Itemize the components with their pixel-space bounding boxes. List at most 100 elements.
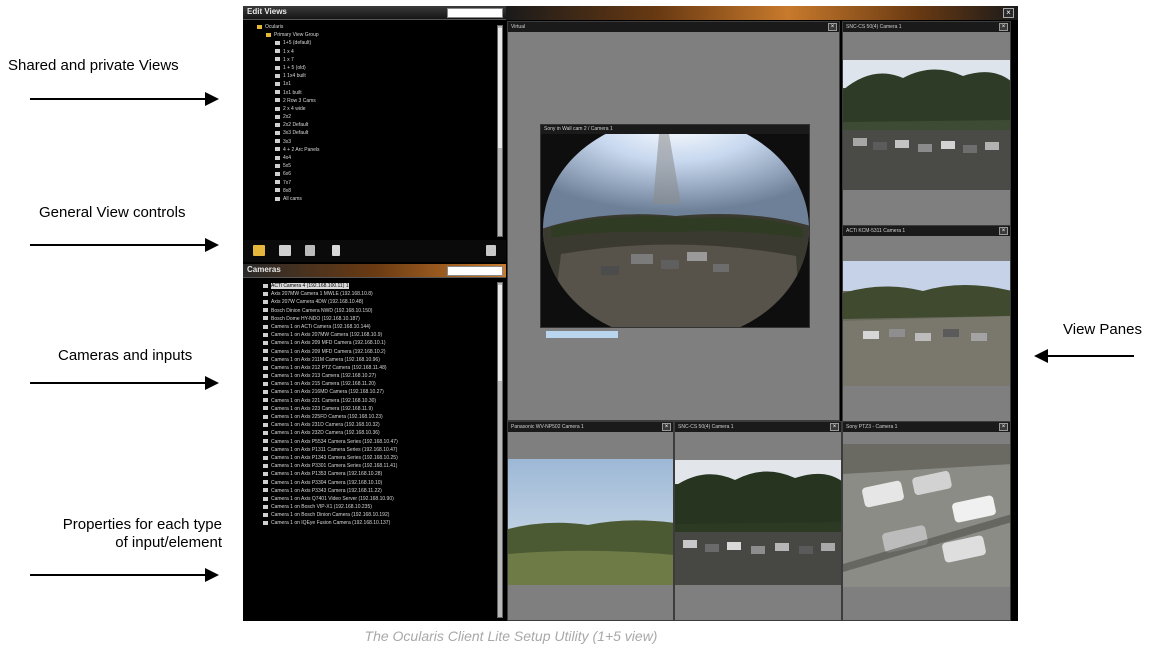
cameras-scrollbar-thumb[interactable] xyxy=(498,285,502,381)
camera-list-item[interactable]: Camera 1 on Axis P1353 Camera (192.168.1… xyxy=(263,470,506,478)
view-tree-item[interactable]: 2x2 xyxy=(257,113,506,121)
camera-list-item[interactable]: Camera 1 on Axis 215 Camera (192.168.11.… xyxy=(263,380,506,388)
camera-list-item[interactable]: Camera 1 on Axis P3343 Camera (192.168.1… xyxy=(263,487,506,495)
annotation-cameras-inputs: Cameras and inputs xyxy=(58,347,193,364)
camera-icon xyxy=(263,316,268,321)
view-tree-item[interactable]: Primary View Group xyxy=(257,31,506,39)
arrow-right-icon xyxy=(30,376,219,390)
camera-list-item[interactable]: Camera 1 on Bosch Dinion Camera (192.168… xyxy=(263,511,506,519)
camera-list-item[interactable]: Camera 1 on Axis P3301 Camera Series (19… xyxy=(263,462,506,470)
camera-list-item-label: Camera 1 on Axis 213 Camera (192.168.10.… xyxy=(271,373,377,380)
close-pane-icon[interactable]: × xyxy=(999,227,1008,235)
camera-icon xyxy=(263,439,268,444)
camera-list-item[interactable]: Camera 1 on Axis P1311 Camera Series (19… xyxy=(263,446,506,454)
view-tree-item[interactable]: Ocularis xyxy=(257,23,506,31)
camera-list-item[interactable]: Camera 1 on Axis 216MD Camera (192.168.1… xyxy=(263,388,506,396)
view-tree-item[interactable]: 2 Row 3 Cams xyxy=(257,97,506,105)
views-scrollbar[interactable] xyxy=(497,25,503,237)
view-tree-item[interactable]: 3x3 Default xyxy=(257,129,506,137)
camera-list-item[interactable]: Camera 1 on IQEye Fusion Camera (192.168… xyxy=(263,519,506,527)
view-pane-right-middle[interactable]: ACTi KCM-5311 Camera 1 × xyxy=(842,225,1011,423)
camera-list-item-label: Camera 1 on Axis P1311 Camera Series (19… xyxy=(271,446,398,453)
cameras-search-input[interactable] xyxy=(447,266,503,276)
camera-list-item[interactable]: Camera 1 on Axis P1343 Camera Series (19… xyxy=(263,454,506,462)
camera-list-item[interactable]: Camera 1 on Axis 207MW Camera (192.168.1… xyxy=(263,331,506,339)
view-tree-item-label: 1 x 4 xyxy=(283,48,294,55)
view-tree-item[interactable]: 1 + 5 (old) xyxy=(257,64,506,72)
delete-icon[interactable] xyxy=(332,245,340,256)
camera-list-item[interactable]: Camera 1 on Bosch VIP-X1 (192.168.10.235… xyxy=(263,503,506,511)
parking-lot-camera-image xyxy=(843,444,1010,587)
camera-list-item[interactable]: Camera 1 on Axis 232D Camera (192.168.10… xyxy=(263,429,506,437)
close-icon[interactable]: × xyxy=(1003,8,1014,18)
camera-list-item[interactable]: Axis 207MW Camera 1 MWLE (192.168.10.8) xyxy=(263,290,506,298)
view-tree-item-label: All cams xyxy=(283,195,302,202)
new-view-icon[interactable] xyxy=(279,245,291,256)
view-tree-item[interactable]: 3x3 xyxy=(257,138,506,146)
camera-icon xyxy=(263,357,268,362)
camera-list-item[interactable]: Camera 1 on Axis 231D Camera (192.168.10… xyxy=(263,421,506,429)
camera-list-item[interactable]: Camera 1 on Axis 209 MFD Camera (192.168… xyxy=(263,348,506,356)
close-pane-icon[interactable]: × xyxy=(999,423,1008,431)
close-pane-icon[interactable]: × xyxy=(830,423,839,431)
view-tree-item[interactable]: All cams xyxy=(257,195,506,203)
view-tree-item[interactable]: 5x5 xyxy=(257,162,506,170)
view-pane-bottom-3[interactable]: Sony PTZ3 - Camera 1 × xyxy=(842,421,1011,621)
view-tree-item[interactable]: 1x1 built xyxy=(257,89,506,97)
folder-icon[interactable] xyxy=(253,245,265,256)
camera-list-item[interactable]: Camera 1 on Axis 221 Camera (192.168.10.… xyxy=(263,397,506,405)
view-tree-item[interactable]: 4x4 xyxy=(257,154,506,162)
view-tree-item-label: 2x2 xyxy=(283,114,292,121)
view-pane-main[interactable]: Virtual × Sony in Wall cam 2 / Camera 1 xyxy=(507,21,840,421)
view-pane-bottom-2[interactable]: SNC-CS 50(4) Camera 1 × xyxy=(674,421,842,621)
camera-feed-main[interactable]: Sony in Wall cam 2 / Camera 1 xyxy=(540,124,810,328)
camera-list-item[interactable]: Camera 1 on Axis P3304 Camera (192.168.1… xyxy=(263,479,506,487)
view-tree-item[interactable]: 1 x 4 xyxy=(257,48,506,56)
cameras-scrollbar[interactable] xyxy=(497,282,503,618)
camera-list-item[interactable]: Camera 1 on Axis 223 Camera (192.168.11.… xyxy=(263,405,506,413)
camera-list-item[interactable]: Camera 1 on Axis P5534 Camera Series (19… xyxy=(263,438,506,446)
camera-list-item[interactable]: Camera 1 on Axis Q7401 Video Server (192… xyxy=(263,495,506,503)
view-pane-title: ACTi KCM-5311 Camera 1 xyxy=(843,226,1010,236)
view-tree-item[interactable]: 1 x 7 xyxy=(257,56,506,64)
view-tree-item[interactable]: 2 x 4 wide xyxy=(257,105,506,113)
view-icon xyxy=(275,131,280,136)
camera-list-item[interactable]: ACTi Camera 4 (192.168.100.11) 1 xyxy=(263,282,506,290)
camera-list-item[interactable]: Bosch Dome HY-NDO (192.168.10.187) xyxy=(263,315,506,323)
views-search-input[interactable] xyxy=(447,8,503,18)
camera-list-item[interactable]: Bosch Dinion Camera NWD (192.168.10.150) xyxy=(263,307,506,315)
camera-list-item[interactable]: Camera 1 on Axis 211M Camera (192.168.10… xyxy=(263,356,506,364)
camera-list-item[interactable]: Camera 1 on Axis 225FD Camera (192.168.1… xyxy=(263,413,506,421)
view-pane-bottom-1[interactable]: Panasonic WV-NP502 Camera 1 × xyxy=(507,421,674,621)
view-tree-item[interactable]: 2x2 Default xyxy=(257,121,506,129)
camera-list-item[interactable]: Camera 1 on ACTi Camera (192.168.10.144) xyxy=(263,323,506,331)
view-tree-item[interactable]: 8x8 xyxy=(257,187,506,195)
view-tree-item[interactable]: 1x1 xyxy=(257,80,506,88)
views-scrollbar-thumb[interactable] xyxy=(498,28,502,148)
view-tree-item-label: 2 x 4 wide xyxy=(283,105,306,112)
camera-icon xyxy=(263,300,268,305)
camera-list-item-label: Camera 1 on Axis 223 Camera (192.168.11.… xyxy=(271,405,373,412)
camera-list-item[interactable]: Camera 1 on Axis 209 MFD Camera (192.168… xyxy=(263,339,506,347)
view-tree-item[interactable]: 6x6 xyxy=(257,170,506,178)
camera-list-item[interactable]: Camera 1 on Axis 212 PTZ Camera (192.168… xyxy=(263,364,506,372)
save-icon[interactable] xyxy=(486,245,496,256)
camera-list-item-label: ACTi Camera 4 (192.168.100.11) 1 xyxy=(271,283,349,289)
view-icon xyxy=(275,65,280,70)
camera-list-item[interactable]: Camera 1 on Axis 213 Camera (192.168.10.… xyxy=(263,372,506,380)
close-pane-icon[interactable]: × xyxy=(828,23,837,31)
view-tree-item[interactable]: 7x7 xyxy=(257,179,506,187)
view-pane-right-top[interactable]: SNC-CS 50(4) Camera 1 × xyxy=(842,21,1011,226)
camera-list-item-label: Camera 1 on Axis 209 MFD Camera (192.168… xyxy=(271,348,386,355)
view-tree-item[interactable]: 1 1x4 built xyxy=(257,72,506,80)
close-pane-icon[interactable]: × xyxy=(662,423,671,431)
figure-caption: The Ocularis Client Lite Setup Utility (… xyxy=(364,628,658,644)
view-tree-item[interactable]: 4 + 2 Arc Panels xyxy=(257,146,506,154)
edit-icon[interactable] xyxy=(305,245,315,256)
view-tree-item-label: 1 + 5 (old) xyxy=(283,64,306,71)
view-icon xyxy=(275,57,280,62)
view-tree-item[interactable]: 1+5 (default) xyxy=(257,39,506,47)
camera-list-item[interactable]: Axis 207W Camera 4DW (192.168.10.48) xyxy=(263,298,506,306)
close-pane-icon[interactable]: × xyxy=(999,23,1008,31)
camera-list-item-label: Camera 1 on Axis 207MW Camera (192.168.1… xyxy=(271,332,383,339)
